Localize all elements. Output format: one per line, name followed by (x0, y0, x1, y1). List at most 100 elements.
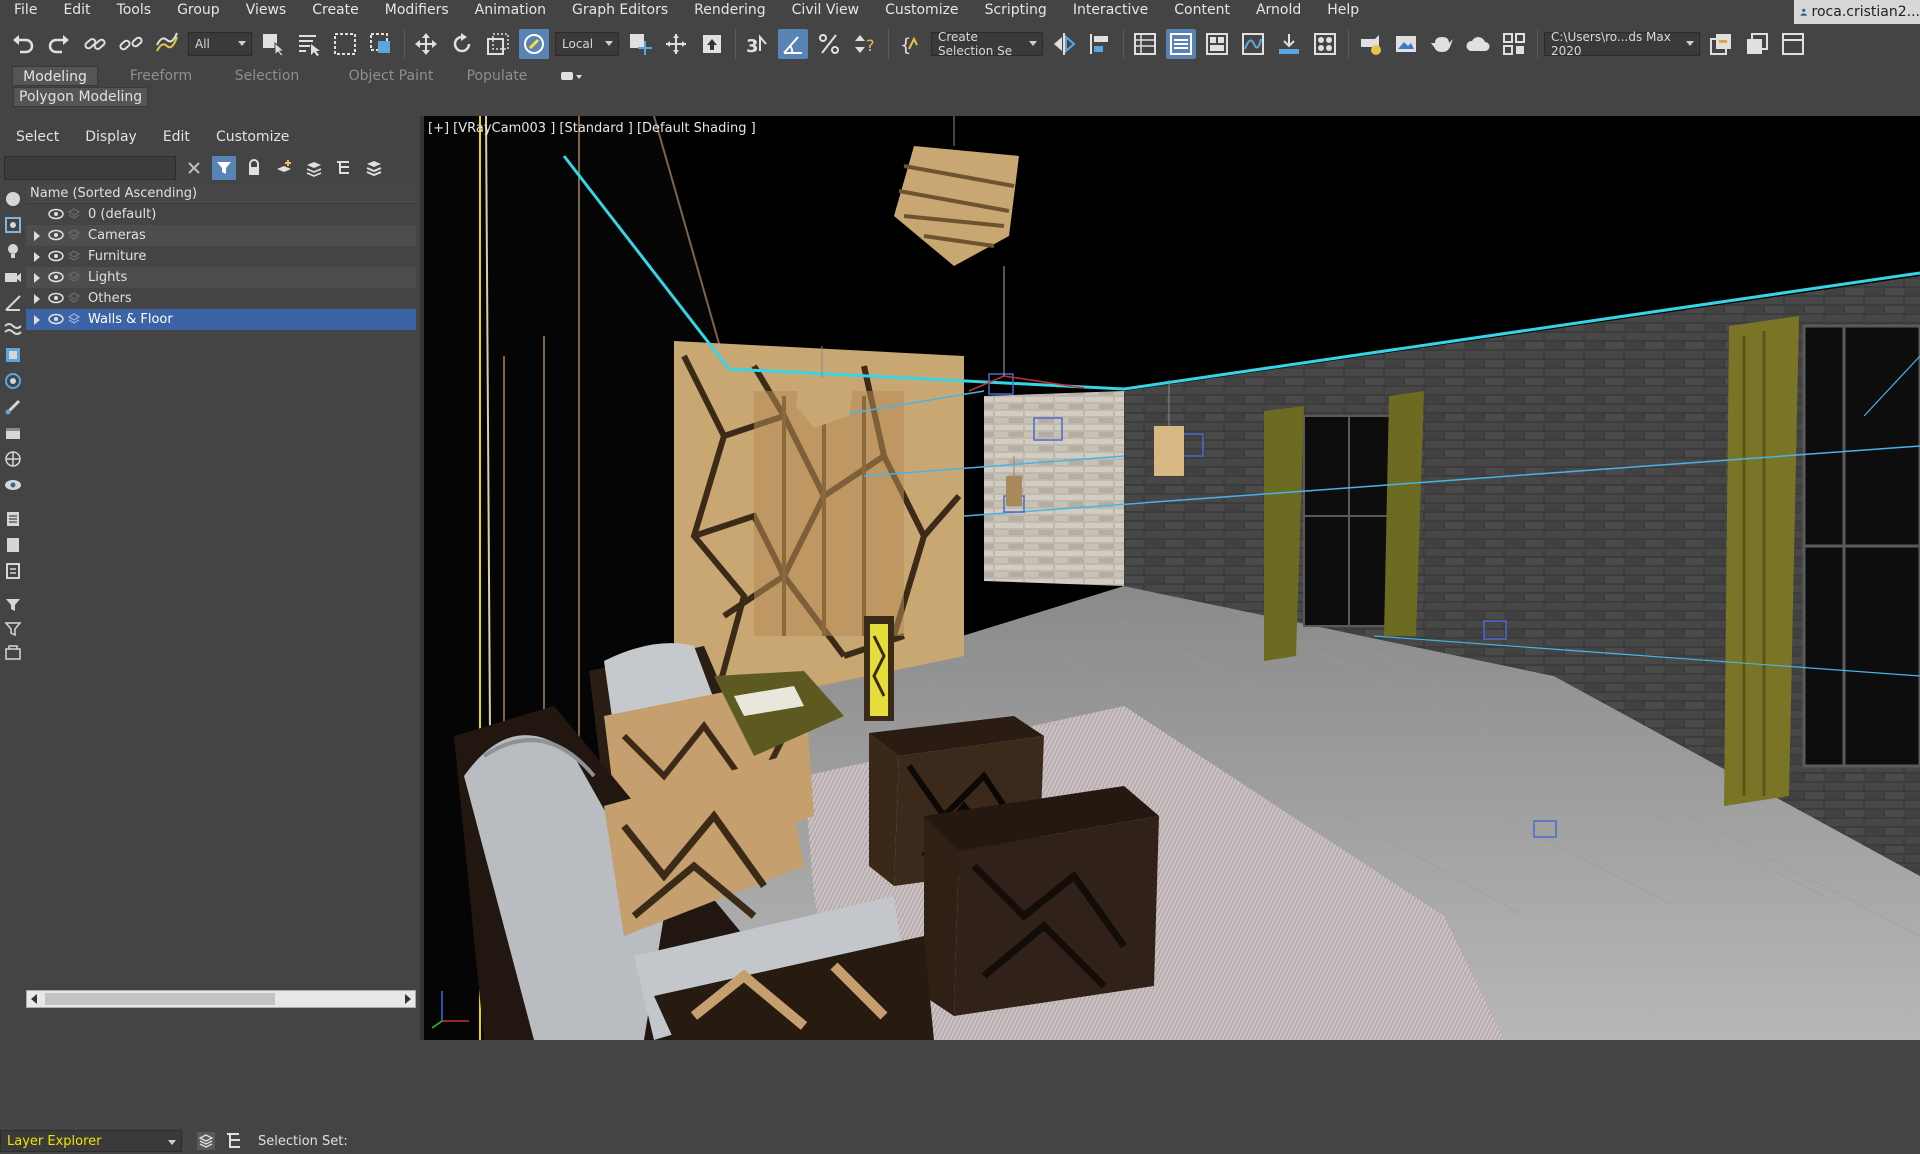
edit-named-selection-button[interactable]: { (895, 29, 925, 59)
material-editor-button[interactable] (1310, 29, 1340, 59)
toggle-layer-explorer-button[interactable] (1166, 29, 1196, 59)
polygon-modeling-panel[interactable]: Polygon Modeling (13, 87, 149, 107)
named-selection-set-dropdown[interactable]: Create Selection Se (931, 30, 1043, 58)
filter-options-icon[interactable] (4, 596, 22, 614)
explorer-settings-icon[interactable] (4, 644, 22, 662)
menu-create[interactable]: Create (298, 0, 371, 21)
display-bones-icon[interactable] (4, 398, 22, 416)
display-shapes-icon[interactable] (4, 216, 22, 234)
scrollbar-thumb[interactable] (45, 993, 275, 1005)
visibility-eye-icon[interactable] (48, 208, 64, 220)
menu-edit[interactable]: Edit (49, 0, 102, 21)
a360-gallery-button[interactable] (1499, 29, 1529, 59)
expand-arrow-icon[interactable] (34, 294, 40, 304)
layer-row-others[interactable]: Others (26, 288, 416, 309)
explorer-search-input[interactable] (4, 156, 176, 180)
curve-editor-button[interactable] (1238, 29, 1268, 59)
unlink-button[interactable] (116, 29, 146, 59)
visibility-eye-icon[interactable] (48, 271, 64, 283)
redo-button[interactable] (44, 29, 74, 59)
user-account-button[interactable]: roca.cristian2... (1794, 0, 1920, 24)
lock-toggle-button[interactable] (242, 156, 266, 180)
workspace-button-2[interactable] (1742, 29, 1772, 59)
spinner-snap-toggle-button[interactable]: ? (850, 29, 880, 59)
select-object-button[interactable] (258, 29, 288, 59)
hierarchy-toggle-icon[interactable] (224, 1131, 244, 1151)
select-and-scale-button[interactable] (483, 29, 513, 59)
menu-help[interactable]: Help (1313, 0, 1371, 21)
create-layer-button[interactable] (272, 156, 296, 180)
select-and-rotate-button[interactable] (447, 29, 477, 59)
menu-rendering[interactable]: Rendering (680, 0, 778, 21)
set-current-layer-button[interactable] (362, 156, 386, 180)
project-folder-dropdown[interactable]: C:\Users\ro...ds Max 2020 (1544, 30, 1700, 58)
display-hidden-icon[interactable] (4, 476, 22, 494)
select-manipulate-button[interactable] (661, 29, 691, 59)
expand-arrow-icon[interactable] (34, 252, 40, 262)
expand-arrow-icon[interactable] (34, 231, 40, 241)
schematic-view-button[interactable] (1274, 29, 1304, 59)
explorer-menu-customize[interactable]: Customize (200, 126, 300, 148)
menu-customize[interactable]: Customize (871, 0, 971, 21)
ribbon-tab-modeling[interactable]: Modeling (12, 66, 98, 86)
ribbon-tab-object-paint[interactable]: Object Paint (336, 66, 446, 86)
explorer-selector-dropdown[interactable]: Layer Explorer (0, 1130, 182, 1152)
perspective-viewport[interactable]: [+] [VRayCam003 ] [Standard ] [Default S… (424, 116, 1920, 1040)
tree-column-header[interactable]: Name (Sorted Ascending) (26, 184, 416, 204)
display-none-icon[interactable] (4, 536, 22, 554)
menu-group[interactable]: Group (163, 0, 232, 21)
display-xrefs-icon[interactable] (4, 372, 22, 390)
layer-toggle-icon[interactable] (196, 1131, 216, 1151)
layer-row-default[interactable]: 0 (default) (26, 204, 416, 225)
menu-modifiers[interactable]: Modifiers (371, 0, 461, 21)
render-production-button[interactable] (1427, 29, 1457, 59)
display-geometry-icon[interactable] (4, 190, 22, 208)
layer-row-walls-floor[interactable]: Walls & Floor (26, 309, 416, 330)
reference-coordinate-dropdown[interactable]: Local (555, 32, 619, 56)
display-space-warps-icon[interactable] (4, 320, 22, 338)
tree-horizontal-scrollbar[interactable] (26, 990, 416, 1008)
keyboard-shortcut-override-button[interactable] (697, 29, 727, 59)
visibility-eye-icon[interactable] (48, 229, 64, 241)
display-groups-icon[interactable] (4, 346, 22, 364)
toggle-ribbon-button[interactable] (1202, 29, 1232, 59)
scroll-left-arrow-icon[interactable] (31, 994, 37, 1004)
filter-toggle-button[interactable] (212, 156, 236, 180)
snaps-toggle-button[interactable]: 3 (742, 29, 772, 59)
menu-tools[interactable]: Tools (103, 0, 164, 21)
display-containers-icon[interactable] (4, 424, 22, 442)
menu-interactive[interactable]: Interactive (1059, 0, 1160, 21)
clear-search-button[interactable] (182, 156, 206, 180)
selection-filter-icon[interactable] (4, 620, 22, 638)
rectangular-selection-button[interactable] (330, 29, 360, 59)
menu-views[interactable]: Views (232, 0, 299, 21)
menu-file[interactable]: File (0, 0, 49, 21)
display-all-icon[interactable] (4, 510, 22, 528)
undo-button[interactable] (8, 29, 38, 59)
viewport-label[interactable]: [+] [VRayCam003 ] [Standard ] [Default S… (428, 121, 756, 136)
expand-arrow-icon[interactable] (34, 273, 40, 283)
ribbon-tab-selection[interactable]: Selection (222, 66, 312, 86)
visibility-eye-icon[interactable] (48, 313, 64, 325)
menu-content[interactable]: Content (1160, 0, 1242, 21)
render-in-cloud-button[interactable] (1463, 29, 1493, 59)
angle-snap-toggle-button[interactable] (778, 29, 808, 59)
explorer-menu-edit[interactable]: Edit (147, 126, 200, 148)
add-to-layer-button[interactable] (302, 156, 326, 180)
toggle-scene-explorer-button[interactable] (1130, 29, 1160, 59)
display-helpers-icon[interactable] (4, 294, 22, 312)
explorer-menu-select[interactable]: Select (0, 126, 69, 148)
visibility-eye-icon[interactable] (48, 250, 64, 262)
display-cameras-icon[interactable] (4, 268, 22, 286)
menu-arnold[interactable]: Arnold (1242, 0, 1313, 21)
menu-civil-view[interactable]: Civil View (778, 0, 871, 21)
rendered-frame-window-button[interactable] (1391, 29, 1421, 59)
bind-space-warp-button[interactable] (152, 29, 182, 59)
menu-animation[interactable]: Animation (461, 0, 558, 21)
ribbon-tab-freeform[interactable]: Freeform (118, 66, 204, 86)
ribbon-options-button[interactable] (560, 69, 582, 83)
align-button[interactable] (1085, 29, 1115, 59)
scroll-right-arrow-icon[interactable] (405, 994, 411, 1004)
expand-arrow-icon[interactable] (34, 315, 40, 325)
menu-graph-editors[interactable]: Graph Editors (558, 0, 680, 21)
